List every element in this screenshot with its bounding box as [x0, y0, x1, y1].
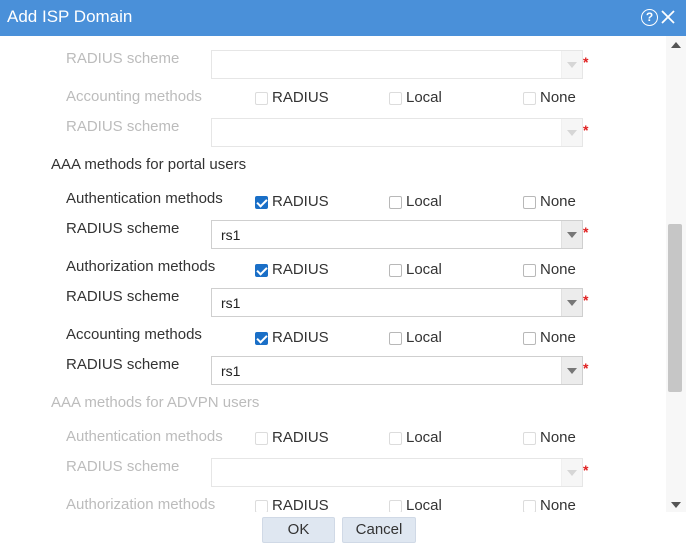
required-mark: *	[583, 360, 589, 376]
scroll-up-arrow-icon[interactable]	[671, 42, 681, 48]
selected-value: rs1	[221, 295, 241, 311]
scrollbar-thumb[interactable]	[668, 224, 682, 392]
row-portal-authentication-methods: Authentication methods RADIUS Local None	[66, 190, 576, 210]
radius-scheme-label: RADIUS scheme	[66, 458, 180, 475]
checkbox-checked-icon[interactable]	[255, 332, 268, 345]
chevron-down-icon	[561, 459, 582, 486]
authentication-methods-label: Authentication methods	[66, 428, 223, 445]
cancel-button[interactable]: Cancel	[342, 517, 416, 543]
row-advpn-radius-scheme: RADIUS scheme *	[0, 458, 666, 488]
chevron-down-icon	[561, 119, 582, 146]
checkbox-checked-icon[interactable]	[255, 196, 268, 209]
checkbox-checked-icon[interactable]	[255, 264, 268, 277]
scroll-down-arrow-icon[interactable]	[671, 502, 681, 508]
radius-scheme-label: RADIUS scheme	[66, 288, 180, 305]
accounting-radius-scheme-select[interactable]: rs1	[211, 356, 583, 385]
row-radius-scheme-disabled-1: RADIUS scheme *	[0, 50, 666, 80]
row-radius-scheme-disabled-2: RADIUS scheme *	[0, 118, 666, 148]
add-isp-domain-dialog: Add ISP Domain ? RADIUS scheme * Account…	[0, 0, 686, 546]
accounting-methods-label: Accounting methods	[66, 88, 202, 105]
row-advpn-authorization-methods: Authorization methods RADIUS Local None	[66, 496, 576, 512]
authorization-radius-scheme-select[interactable]: rs1	[211, 288, 583, 317]
row-portal-accounting-scheme: RADIUS scheme rs1 *	[0, 356, 666, 386]
dialog-title: Add ISP Domain	[7, 7, 133, 26]
authorization-methods-label: Authorization methods	[66, 496, 216, 512]
radius-scheme-label: RADIUS scheme	[66, 118, 180, 135]
required-mark: *	[583, 122, 589, 138]
authorization-methods-label: Authorization methods	[66, 258, 216, 275]
accounting-methods-label: Accounting methods	[66, 326, 202, 343]
radius-scheme-select	[211, 118, 583, 147]
dialog-titlebar: Add ISP Domain ?	[0, 0, 686, 36]
dialog-footer: OK Cancel	[0, 512, 686, 546]
selected-value: rs1	[221, 227, 241, 243]
radius-scheme-label: RADIUS scheme	[66, 356, 180, 373]
chevron-down-icon[interactable]	[561, 221, 582, 248]
form-content: RADIUS scheme * Accounting methods RADIU…	[0, 36, 666, 512]
row-portal-authorization-methods: Authorization methods RADIUS Local None	[66, 258, 576, 278]
section-title: AAA methods for portal users	[51, 156, 247, 173]
ok-button[interactable]: OK	[262, 517, 335, 543]
row-portal-authentication-scheme: RADIUS scheme rs1 *	[0, 220, 666, 250]
required-mark: *	[583, 54, 589, 70]
chevron-down-icon[interactable]	[561, 289, 582, 316]
close-icon[interactable]	[660, 9, 676, 25]
radius-scheme-label: RADIUS scheme	[66, 50, 180, 67]
selected-value: rs1	[221, 363, 241, 379]
required-mark: *	[583, 462, 589, 478]
row-portal-accounting-methods: Accounting methods RADIUS Local None	[66, 326, 576, 346]
row-portal-authorization-scheme: RADIUS scheme rs1 *	[0, 288, 666, 318]
vertical-scrollbar[interactable]	[666, 36, 686, 512]
authentication-methods-label: Authentication methods	[66, 190, 223, 207]
radius-scheme-label: RADIUS scheme	[66, 220, 180, 237]
authentication-radius-scheme-select[interactable]: rs1	[211, 220, 583, 249]
row-advpn-authentication-methods: Authentication methods RADIUS Local None	[66, 428, 576, 446]
section-advpn-users: AAA methods for ADVPN users	[0, 390, 666, 420]
required-mark: *	[583, 292, 589, 308]
radius-scheme-select	[211, 50, 583, 79]
row-accounting-methods-disabled: Accounting methods RADIUS Local None	[66, 88, 576, 106]
section-title: AAA methods for ADVPN users	[51, 394, 260, 411]
section-portal-users: AAA methods for portal users	[0, 152, 666, 182]
advpn-radius-scheme-select	[211, 458, 583, 487]
question-circle-icon[interactable]: ?	[641, 9, 658, 26]
chevron-down-icon	[561, 51, 582, 78]
required-mark: *	[583, 224, 589, 240]
chevron-down-icon[interactable]	[561, 357, 582, 384]
